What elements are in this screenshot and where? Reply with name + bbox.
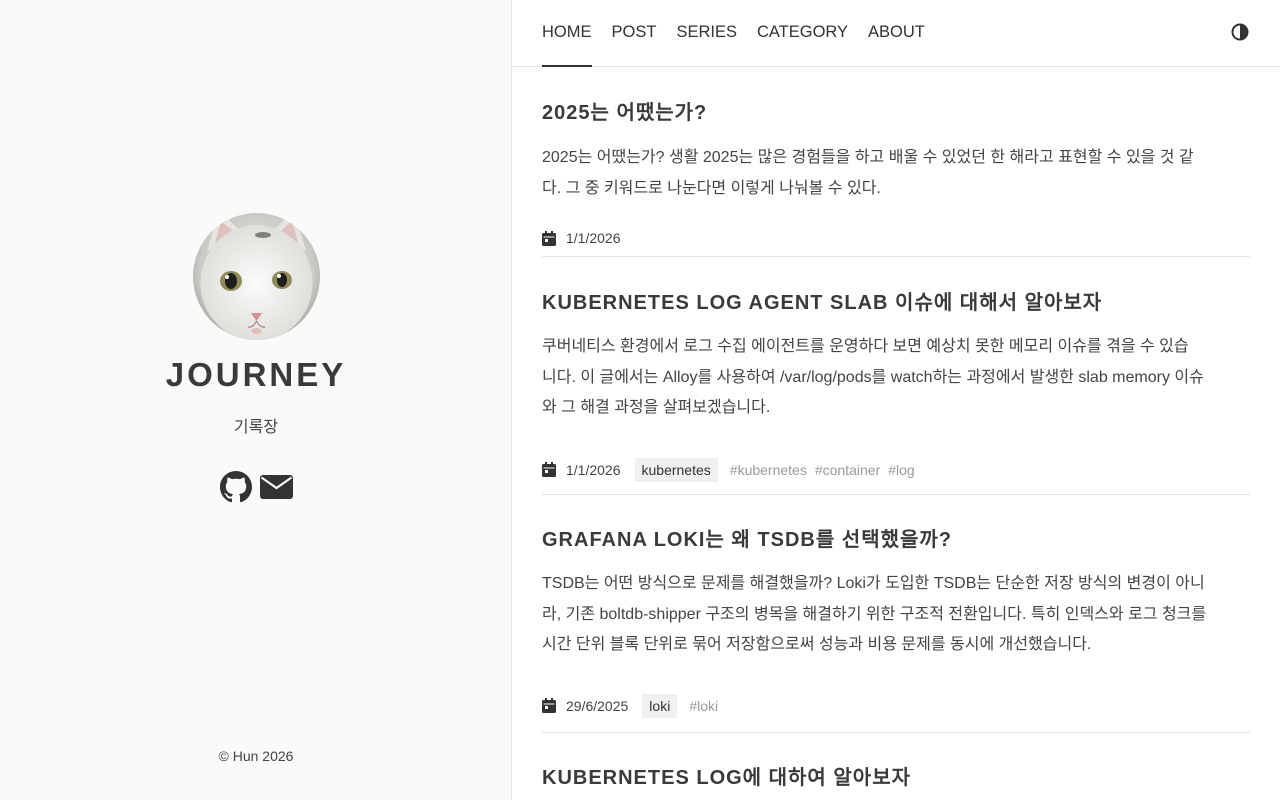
summary-line: TSDB는 어떤 방식으로 문제를 해결했을까? Loki가 도입한 TSDB는… [542, 575, 1205, 592]
tag-link[interactable]: #log [888, 462, 914, 478]
post-list: 2025는 어땠는가? 2025는 어땠는가? 생활 2025는 많은 경험들을… [542, 67, 1250, 790]
post-meta: 1/1/2026 kubernetes #kubernetes #contain… [542, 457, 1250, 482]
nav-home[interactable]: HOME [542, 0, 592, 67]
summary-line: 와 그 해결 과정을 살펴보겠습니다. [542, 399, 771, 416]
post-title[interactable]: KUBERNETES LOG에 대하여 알아보자 [542, 733, 1250, 790]
site-title: JOURNEY [165, 356, 347, 393]
summary-line: 시간 단위 블록 단위로 묶어 저장함으로써 성능과 비용 문제를 동시에 개선… [542, 636, 1092, 653]
summary-line: 니다. 이 글에서는 Alloy를 사용하여 /var/log/pods를 wa… [542, 368, 1204, 386]
post-date: 29/6/2025 [566, 697, 629, 714]
tag-link[interactable]: #loki [689, 698, 718, 714]
github-icon[interactable] [219, 471, 252, 503]
nav-menu: HOME POST SERIES CATEGORY ABOUT [542, 0, 925, 67]
post-item: GRAFANA LOKI는 왜 TSDB를 선택했을까? TSDB는 어떤 방식… [542, 495, 1250, 733]
sidebar: JOURNEY 기록장 © Hun 2026 [0, 0, 512, 800]
post-item: KUBERNETES LOG AGENT SLAB 이슈에 대해서 알아보자 쿠… [542, 257, 1250, 495]
summary-line: 라, 기존 boltdb-shipper 구조의 병목을 해결하기 위한 구조적… [542, 605, 1207, 623]
post-meta: 29/6/2025 loki #loki [542, 693, 1250, 718]
social-links [0, 470, 512, 504]
cat-avatar-image [193, 213, 320, 340]
calendar-icon [542, 230, 556, 246]
post-meta: 1/1/2026 [542, 230, 1250, 246]
post-summary: TSDB는 어떤 방식으로 문제를 해결했을까? Loki가 도입한 TSDB는… [542, 569, 1250, 661]
nav-series[interactable]: SERIES [676, 0, 737, 67]
post-title[interactable]: GRAFANA LOKI는 왜 TSDB를 선택했을까? [542, 495, 1250, 552]
nav-about[interactable]: ABOUT [868, 0, 925, 67]
post-item: 2025는 어땠는가? 2025는 어땠는가? 생활 2025는 많은 경험들을… [542, 67, 1250, 257]
tag-link[interactable]: #kubernetes [730, 462, 807, 478]
post-item: KUBERNETES LOG에 대하여 알아보자 [542, 733, 1250, 790]
post-title[interactable]: KUBERNETES LOG AGENT SLAB 이슈에 대해서 알아보자 [542, 257, 1250, 315]
post-summary: 쿠버네티스 환경에서 로그 수집 에이전트를 운영하다 보면 예상치 못한 메모… [542, 332, 1250, 424]
post-date: 1/1/2026 [566, 230, 621, 246]
tag-link[interactable]: #container [815, 462, 880, 478]
nav-category[interactable]: CATEGORY [757, 0, 848, 67]
top-navigation: HOME POST SERIES CATEGORY ABOUT [513, 0, 1280, 67]
calendar-icon [542, 698, 556, 713]
calendar-icon [542, 462, 556, 477]
category-badge[interactable]: loki [642, 693, 678, 718]
summary-line: 쿠버네티스 환경에서 로그 수집 에이전트를 운영하다 보면 예상치 못한 메모… [542, 338, 1189, 355]
summary-line: 2025는 어땠는가? 생활 2025는 많은 경험들을 하고 배울 수 있었던… [542, 149, 1194, 166]
post-summary: 2025는 어땠는가? 생활 2025는 많은 경험들을 하고 배울 수 있었던… [542, 143, 1250, 204]
copyright: © Hun 2026 [218, 748, 294, 764]
post-title[interactable]: 2025는 어땠는가? [542, 67, 1250, 125]
main-content: HOME POST SERIES CATEGORY ABOUT 2025는 어땠… [513, 0, 1280, 800]
summary-line: 다. 그 중 키워드로 나눈다면 이렇게 나눠볼 수 있다. [542, 179, 881, 197]
contrast-icon[interactable] [1231, 23, 1249, 41]
category-badge[interactable]: kubernetes [634, 457, 718, 482]
mail-icon[interactable] [259, 475, 293, 499]
avatar[interactable] [193, 213, 320, 340]
nav-post[interactable]: POST [612, 0, 657, 67]
site-subtitle: 기록장 [233, 419, 279, 436]
post-date: 1/1/2026 [566, 461, 621, 478]
